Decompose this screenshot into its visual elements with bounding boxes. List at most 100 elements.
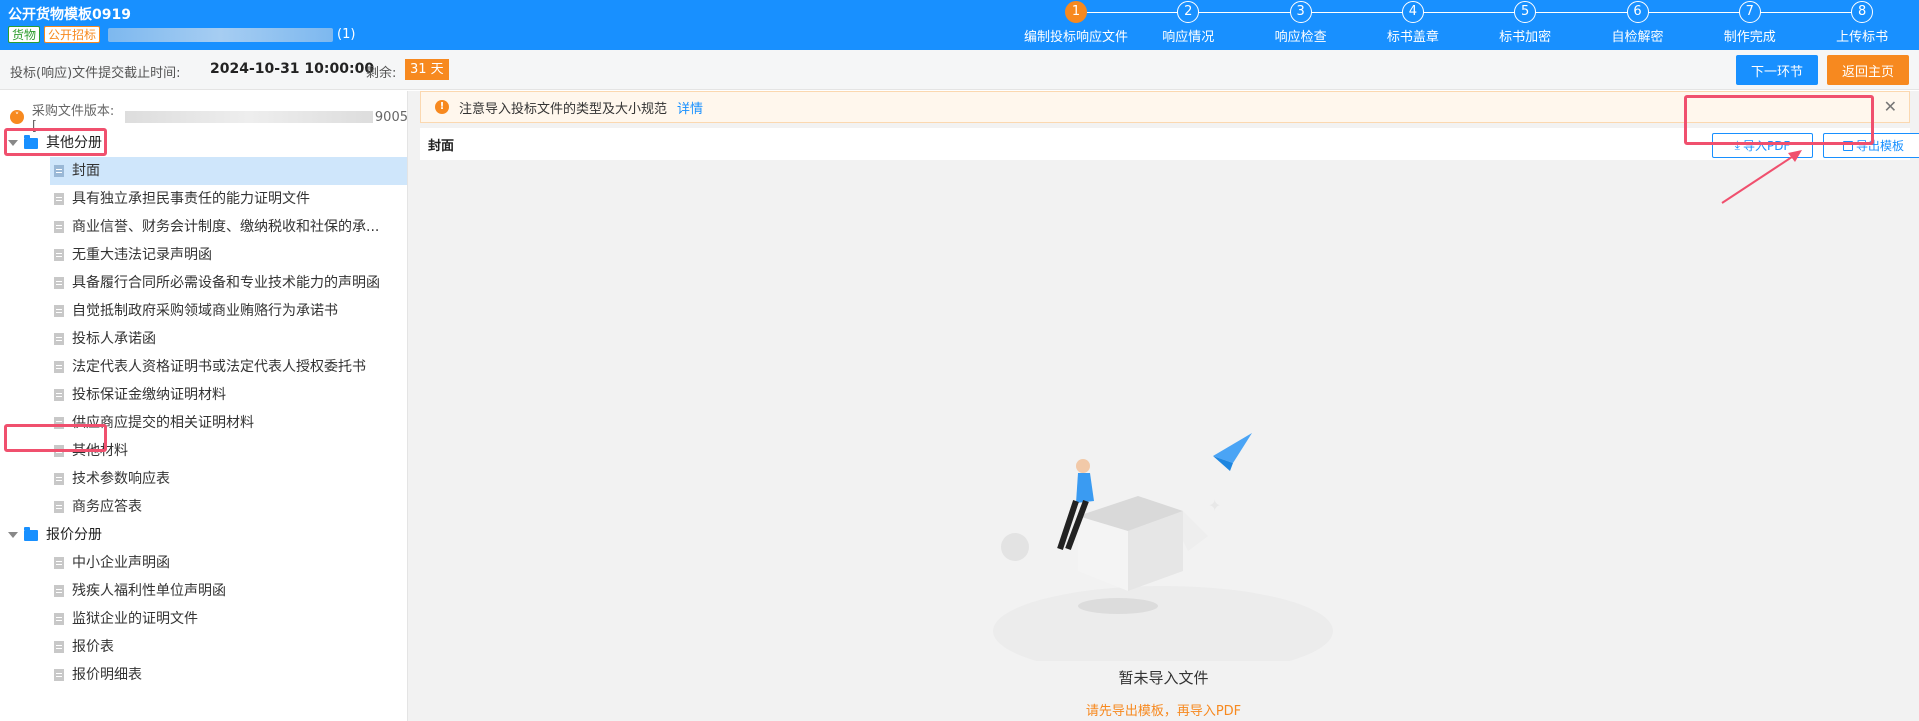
step-2[interactable]: 2 响应情况 [1132, 1, 1244, 45]
tree-item[interactable]: 报价明细表 [0, 661, 407, 689]
folder-icon [24, 526, 38, 541]
document-tree-panel: ˅ 采购文件版本: [ 9005 其他分册 封面 具有独立承担民事责任的能力证明文件… [0, 91, 408, 721]
empty-state-title: 暂未导入文件 [1118, 669, 1209, 687]
notice-detail-link[interactable]: 详情 [677, 98, 703, 117]
document-icon [54, 473, 64, 485]
deadline-value: 2024-10-31 10:00:00 [210, 61, 375, 77]
save-icon [1842, 140, 1853, 151]
tree-item[interactable]: 封面 [50, 157, 407, 185]
step-4[interactable]: 4 标书盖章 [1357, 1, 1469, 45]
document-icon [54, 669, 64, 681]
tree-folder-label: 其他分册 [46, 135, 102, 151]
tree-item-label: 技术参数响应表 [72, 471, 170, 487]
document-icon [54, 277, 64, 289]
project-count: (1) [337, 27, 356, 42]
step-label: 自检解密 [1611, 30, 1664, 45]
remaining-label: 剩余: [366, 66, 397, 81]
document-icon [54, 305, 64, 317]
step-1[interactable]: 1 编制投标响应文件 [1020, 1, 1132, 45]
tag-public-tender: 公开招标 [44, 26, 101, 43]
tree-item[interactable]: 监狱企业的证明文件 [0, 605, 407, 633]
tree-item[interactable]: 具有独立承担民事责任的能力证明文件 [0, 185, 407, 213]
project-title: 公开货物模板0919 [8, 7, 131, 23]
tree-item[interactable]: 商务应答表 [0, 493, 407, 521]
step-number-circle: 5 [1514, 1, 1537, 23]
main-content: ! 注意导入投标文件的类型及大小规范 详情 ✕ 封面 ⤓ 导入PDF 导出模板 [408, 91, 1919, 721]
tree-item[interactable]: 无重大违法记录声明函 [0, 241, 407, 269]
svg-text:✦: ✦ [1208, 496, 1221, 515]
tree-item-label: 自觉抵制政府采购领域商业贿赂行为承诺书 [72, 303, 338, 319]
document-icon [54, 333, 64, 345]
step-number-circle: 1 [1065, 1, 1087, 23]
step-number-circle: 8 [1851, 1, 1874, 23]
tree-item-label: 中小企业声明函 [72, 555, 170, 571]
tree-item-label: 具备履行合同所必需设备和专业技术能力的声明函 [72, 275, 380, 291]
warning-icon: ! [435, 100, 449, 114]
step-8[interactable]: 8 上传标书 [1806, 1, 1918, 45]
return-home-button[interactable]: 返回主页 [1827, 55, 1909, 85]
tree-item-label: 报价明细表 [72, 667, 142, 683]
step-5[interactable]: 5 标书加密 [1469, 1, 1581, 45]
step-3[interactable]: 3 响应检查 [1245, 1, 1357, 45]
tree-item-label: 投标保证金缴纳证明材料 [72, 387, 226, 403]
tree-item[interactable]: 具备履行合同所必需设备和专业技术能力的声明函 [0, 269, 407, 297]
document-icon [54, 389, 64, 401]
deadline-label: 投标(响应)文件提交截止时间: [10, 66, 181, 81]
tree-item[interactable]: 投标保证金缴纳证明材料 [0, 381, 407, 409]
tree-item[interactable]: 供应商应提交的相关证明材料 [0, 409, 407, 437]
annotation-arrow [1721, 150, 1802, 204]
tree-item-label: 法定代表人资格证明书或法定代表人授权委托书 [72, 359, 366, 375]
export-template-label: 导出模板 [1855, 139, 1904, 153]
tree-item-label: 无重大违法记录声明函 [72, 247, 212, 263]
tree-item[interactable]: 其他材料 [0, 437, 407, 465]
deadline-bar: 投标(响应)文件提交截止时间: 2024-10-31 10:00:00 剩余: … [0, 50, 1919, 90]
tree-item-label: 供应商应提交的相关证明材料 [72, 415, 254, 431]
document-icon [54, 641, 64, 653]
document-tree: 其他分册封面具有独立承担民事责任的能力证明文件商业信誉、财务会计制度、缴纳税收和… [0, 129, 407, 689]
step-label: 上传标书 [1836, 30, 1889, 45]
tree-item[interactable]: 商业信誉、财务会计制度、缴纳税收和社保的承... [0, 213, 407, 241]
tree-item-label: 监狱企业的证明文件 [72, 611, 198, 627]
tree-item[interactable]: 技术参数响应表 [0, 465, 407, 493]
app-header: 公开货物模板0919 货物 公开招标 (1) 1 编制投标响应文件 2 响应情况 3 响应… [0, 0, 1919, 50]
step-label: 标书加密 [1499, 30, 1552, 45]
tree-item-label: 具有独立承担民事责任的能力证明文件 [72, 191, 310, 207]
tree-item-label: 商业信誉、财务会计制度、缴纳税收和社保的承... [72, 219, 380, 235]
redacted-project-name [108, 27, 334, 42]
empty-state-hint: 请先导出模板，再导入PDF [1085, 704, 1242, 719]
document-icon [54, 501, 64, 513]
tree-item[interactable]: 报价表 [0, 633, 407, 661]
tree-item[interactable]: 残疾人福利性单位声明函 [0, 577, 407, 605]
caret-down-icon[interactable] [8, 140, 18, 146]
empty-state-illustration: ✦ [993, 433, 1333, 661]
tree-item-label: 报价表 [72, 639, 114, 655]
step-label: 响应检查 [1274, 30, 1327, 45]
step-7[interactable]: 7 制作完成 [1694, 1, 1806, 45]
section-title: 封面 [428, 139, 455, 154]
step-label: 制作完成 [1723, 30, 1776, 45]
next-step-button[interactable]: 下一环节 [1736, 55, 1818, 85]
step-number-circle: 6 [1626, 1, 1649, 23]
tree-item[interactable]: 中小企业声明函 [0, 549, 407, 577]
document-icon [54, 417, 64, 429]
caret-down-icon[interactable] [8, 532, 18, 538]
tree-item-label: 商务应答表 [72, 499, 142, 515]
document-icon [54, 585, 64, 597]
folder-icon [24, 134, 38, 149]
tree-item[interactable]: 自觉抵制政府采购领域商业贿赂行为承诺书 [0, 297, 407, 325]
chevron-down-icon[interactable]: ˅ [10, 110, 24, 124]
document-icon [54, 557, 64, 569]
step-number-circle: 7 [1738, 1, 1761, 23]
tree-folder[interactable]: 报价分册 [0, 521, 407, 549]
tree-item[interactable]: 投标人承诺函 [0, 325, 407, 353]
step-6[interactable]: 6 自检解密 [1582, 1, 1694, 45]
step-label: 编制投标响应文件 [1023, 30, 1128, 45]
tree-folder[interactable]: 其他分册 [0, 129, 407, 157]
export-template-button[interactable]: 导出模板 [1823, 133, 1919, 158]
tree-folder-label: 报价分册 [46, 527, 102, 543]
step-number-circle: 4 [1401, 1, 1424, 23]
close-icon[interactable]: ✕ [1884, 97, 1897, 116]
document-icon [54, 361, 64, 373]
notice-banner: ! 注意导入投标文件的类型及大小规范 详情 ✕ [420, 91, 1910, 123]
tree-item[interactable]: 法定代表人资格证明书或法定代表人授权委托书 [0, 353, 407, 381]
